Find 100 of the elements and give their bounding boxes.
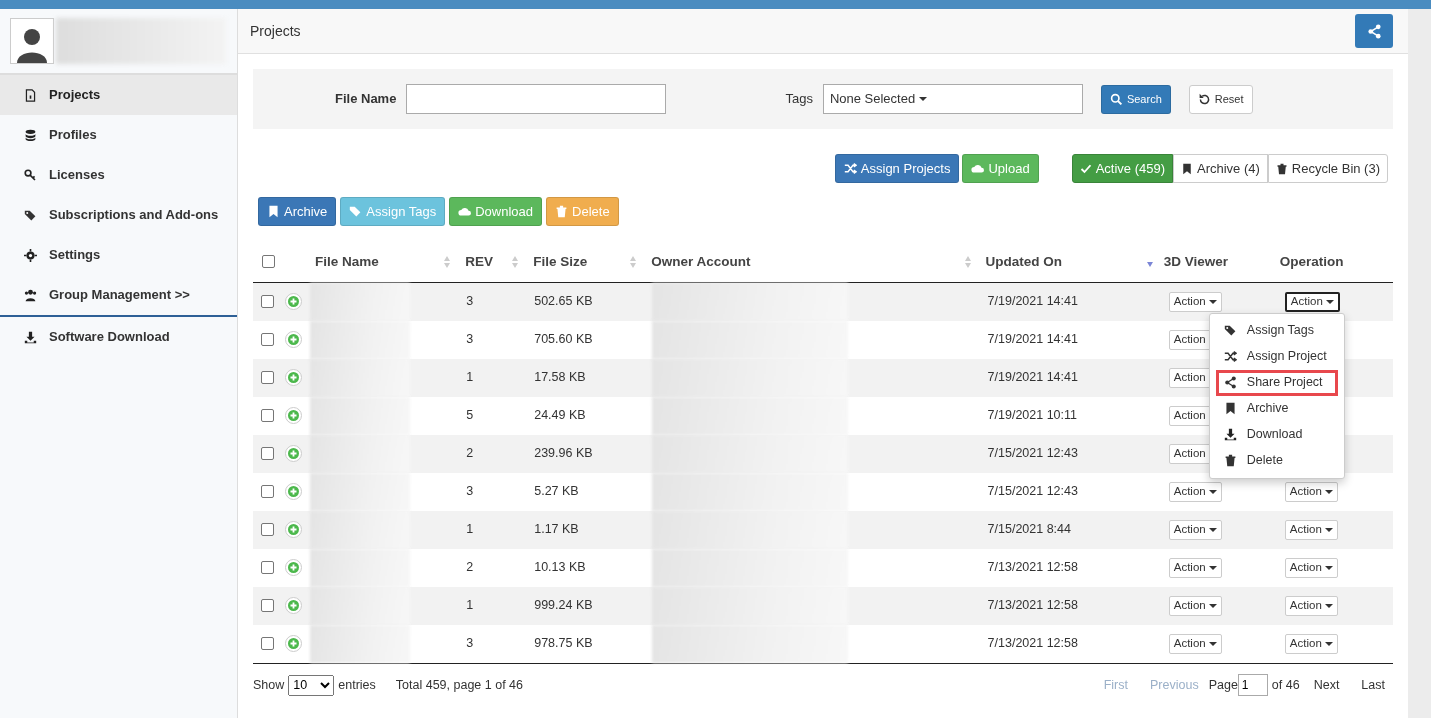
field-label: Show — [253, 676, 285, 694]
sidebar-item[interactable]: Software Download — [0, 317, 237, 357]
checkbox[interactable] — [261, 447, 274, 460]
expand-icon[interactable] — [285, 559, 302, 576]
last-link[interactable]: Last — [1361, 675, 1385, 695]
table-cell: 7/19/2021 14:41 — [987, 294, 1078, 309]
checkbox[interactable] — [261, 333, 274, 346]
next-link[interactable]: Next — [1313, 675, 1340, 695]
action-dropdown[interactable]: Action — [1284, 291, 1340, 312]
column-header: File Size — [533, 252, 588, 271]
sort-icon[interactable] — [629, 254, 638, 269]
table-cell: 7/15/2021 12:43 — [987, 446, 1078, 461]
sidebar-item[interactable]: Licenses — [0, 155, 237, 195]
action-dropdown[interactable]: Action — [1284, 481, 1338, 502]
checkbox[interactable] — [261, 599, 274, 612]
download-icon — [1223, 428, 1237, 441]
sidebar-item[interactable]: Profiles — [0, 115, 237, 155]
expand-icon[interactable] — [285, 483, 302, 500]
table-cell: 1 — [466, 522, 474, 537]
action-dropdown[interactable]: Action — [1168, 519, 1222, 540]
table-cell: 1 — [466, 598, 474, 613]
table-cell: 7/15/2021 8:44 — [987, 522, 1071, 537]
page-field[interactable]: 1 — [1237, 674, 1268, 696]
expand-icon[interactable] — [285, 369, 302, 386]
action-dropdown[interactable]: Action — [1284, 519, 1338, 540]
sort-icon[interactable] — [511, 254, 520, 269]
tags-icon — [24, 208, 37, 222]
checkbox[interactable] — [261, 485, 274, 498]
checkbox[interactable] — [261, 637, 274, 650]
table-cell: 7/19/2021 10:11 — [987, 408, 1077, 423]
document-icon — [24, 88, 37, 102]
column-header: REV — [465, 252, 493, 271]
bookmark-icon — [1181, 162, 1193, 175]
table-cell: 7/13/2021 12:58 — [987, 560, 1078, 575]
table-cell: 1 — [466, 370, 474, 385]
expand-icon[interactable] — [285, 445, 302, 462]
sort-icon[interactable] — [963, 254, 972, 269]
sidebar-item[interactable]: Settings — [0, 235, 237, 275]
table-cell: 3 — [466, 636, 474, 651]
expand-icon[interactable] — [285, 293, 302, 310]
sidebar-item[interactable]: Subscriptions and Add-ons — [0, 195, 237, 235]
field-label: entries — [338, 676, 376, 694]
column-header: Updated On — [985, 252, 1063, 271]
action-dropdown[interactable]: Action — [1284, 633, 1338, 654]
search-button[interactable]: Search — [1100, 84, 1171, 114]
shuffle-icon — [843, 162, 857, 175]
action-dropdown[interactable]: Action — [1168, 291, 1222, 312]
page-size-select[interactable]: 10 — [288, 674, 335, 696]
trash-icon — [1275, 162, 1288, 175]
expand-icon[interactable] — [285, 635, 302, 652]
expand-icon[interactable] — [285, 597, 302, 614]
avatar — [10, 18, 54, 64]
sort-icon[interactable] — [443, 254, 452, 269]
shuffle-icon — [1223, 350, 1237, 363]
table-cell: 3 — [466, 484, 474, 499]
column-header: Owner Account — [651, 252, 751, 271]
reset-button[interactable]: Reset — [1188, 84, 1253, 114]
table-cell: 5 — [466, 408, 474, 423]
table-cell: 7/15/2021 12:43 — [987, 484, 1078, 499]
trash-icon — [555, 205, 569, 218]
action-button[interactable]: Archive — [258, 197, 337, 226]
field-label: File Name — [335, 90, 397, 109]
checkbox[interactable] — [261, 371, 274, 384]
checkbox[interactable] — [261, 409, 274, 422]
bookmark-icon — [267, 205, 280, 218]
checkbox[interactable] — [261, 523, 274, 536]
column-header: 3D Viewer — [1163, 252, 1229, 271]
status-tab[interactable]: Recycle Bin (3) — [1267, 154, 1388, 183]
download-icon — [24, 330, 37, 344]
status-tab[interactable]: Archive (4) — [1173, 154, 1268, 183]
sidebar-item[interactable]: Group Management >> — [0, 275, 237, 315]
share-icon — [1223, 376, 1237, 389]
action-dropdown[interactable]: Action — [1284, 595, 1338, 616]
action-dropdown[interactable]: Action — [1168, 557, 1222, 578]
share-button[interactable] — [1355, 14, 1393, 48]
expand-icon[interactable] — [285, 331, 302, 348]
expand-icon[interactable] — [285, 521, 302, 538]
input-field[interactable] — [406, 84, 667, 114]
checkbox[interactable] — [261, 295, 274, 308]
expand-icon[interactable] — [285, 407, 302, 424]
action-dropdown[interactable]: Action — [1168, 633, 1222, 654]
trash-icon — [1223, 454, 1237, 467]
tags-icon — [349, 205, 363, 218]
table-cell: 24.49 KB — [534, 408, 586, 423]
action-button[interactable]: Assign Projects — [834, 154, 960, 183]
action-dropdown[interactable]: Action — [1168, 481, 1222, 502]
cloud-icon — [458, 205, 472, 218]
table-cell: 7/13/2021 12:58 — [987, 636, 1078, 651]
action-dropdown[interactable]: Action — [1284, 557, 1338, 578]
table-cell: 3 — [466, 332, 474, 347]
checkbox[interactable] — [262, 255, 275, 269]
sidebar-item[interactable]: Projects — [0, 75, 237, 115]
table-cell: 7/13/2021 12:58 — [987, 598, 1078, 613]
table-cell: 7/19/2021 14:41 — [987, 370, 1078, 385]
action-dropdown[interactable]: Action — [1168, 595, 1222, 616]
table-cell: 978.75 KB — [534, 636, 593, 651]
table-cell: 705.60 KB — [534, 332, 593, 347]
tags-dropdown[interactable]: None Selected — [822, 84, 1083, 114]
checkbox[interactable] — [261, 561, 274, 574]
table-cell: 239.96 KB — [534, 446, 593, 461]
